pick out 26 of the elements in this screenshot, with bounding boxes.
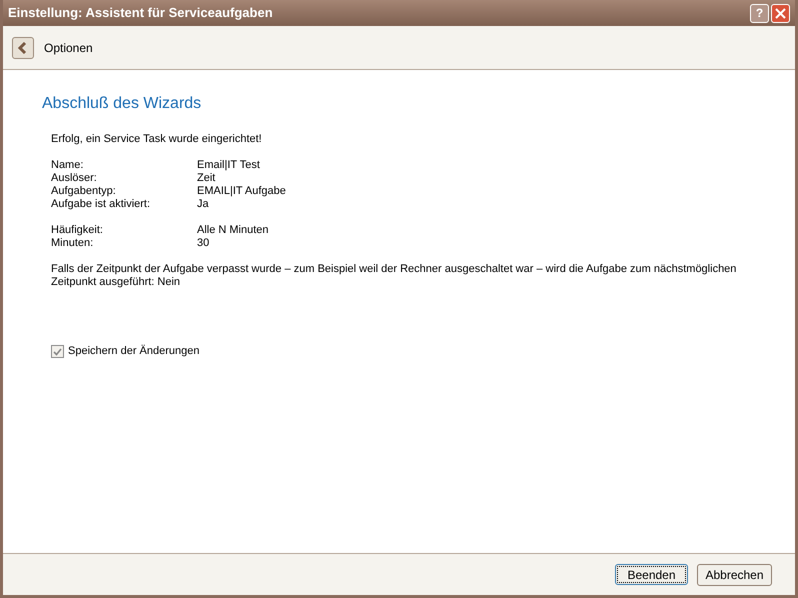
checkmark-icon [53,348,62,356]
close-icon [775,8,786,18]
back-button[interactable] [12,36,34,58]
field-label: Häufigkeit: [51,224,104,237]
field-label: Minuten: [51,237,94,250]
field-label: Auslöser: [51,172,98,185]
field-value: Zeit [197,172,216,185]
missed-task-note: Falls der Zeitpunkt der Aufgabe verpasst wurde – zum Beispiel weil der Rechner ausgeschaltet war – wird die Aufgabe zum nächstmöglichen Zeitpunkt ausgeführt: Nein [51,263,738,289]
save-checkbox[interactable]: Speichern der Änderungen [51,345,795,358]
checkbox[interactable] [51,345,64,358]
field-value: Ja [197,198,209,211]
success-message: Erfolg, ein Service Task wurde eingerichtet! [51,133,263,146]
close-button[interactable] [771,4,790,22]
field-value: 30 [197,237,210,250]
field-label: Aufgabentyp: [51,185,117,198]
window-title: Einstellung: Assistent für Serviceaufgaben [8,4,274,22]
dialog-button[interactable]: Beenden [615,564,688,585]
field-value: Email|IT Test [197,159,260,172]
field-label: Name: [51,159,84,172]
page-heading: Abschluß des Wizards [42,94,202,114]
dialog-button[interactable]: Abbrechen [697,564,772,586]
field-value: EMAIL|IT Aufgabe [197,185,286,198]
field-label: Aufgabe ist aktiviert: [51,198,152,211]
chevron-left-icon [18,42,28,54]
toolbar-title: Optionen [44,40,93,56]
field-value: Alle N Minuten [197,224,269,237]
